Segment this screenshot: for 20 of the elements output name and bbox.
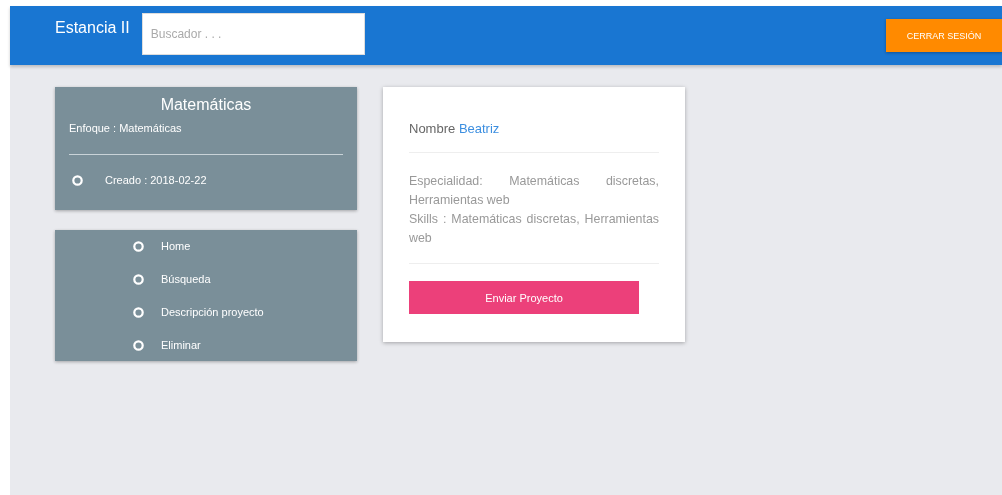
- created-date: Creado : 2018-02-22: [105, 174, 207, 186]
- skills-text: Skills : Matemáticas discretas, Herramientas web: [409, 211, 659, 247]
- circle-icon: [133, 306, 144, 318]
- circle-icon: [133, 240, 144, 252]
- logout-button[interactable]: CERRAR SESIÓN: [886, 19, 1002, 52]
- send-project-button[interactable]: Enviar Proyecto: [409, 281, 639, 314]
- search-field[interactable]: Buscador . . .: [141, 13, 365, 55]
- menu-item[interactable]: Descripción proyecto: [133, 303, 264, 321]
- circle-icon: [133, 273, 144, 285]
- circle-icon: [133, 339, 144, 351]
- menu-item[interactable]: Home: [133, 237, 191, 255]
- specialty-text: Especialidad: Matemáticas discretas, Herramientas web: [409, 173, 659, 209]
- course-title: Matemáticas: [159, 96, 253, 114]
- menu-item[interactable]: Eliminar: [133, 336, 201, 354]
- name-label: Nombre: [409, 121, 456, 136]
- app-title: Estancia II: [55, 19, 130, 37]
- menu-item[interactable]: Búsqueda: [133, 270, 211, 288]
- circle-icon: [72, 174, 83, 186]
- name-value: Beatriz: [458, 121, 500, 136]
- course-focus: Enfoque : Matemáticas: [69, 122, 183, 134]
